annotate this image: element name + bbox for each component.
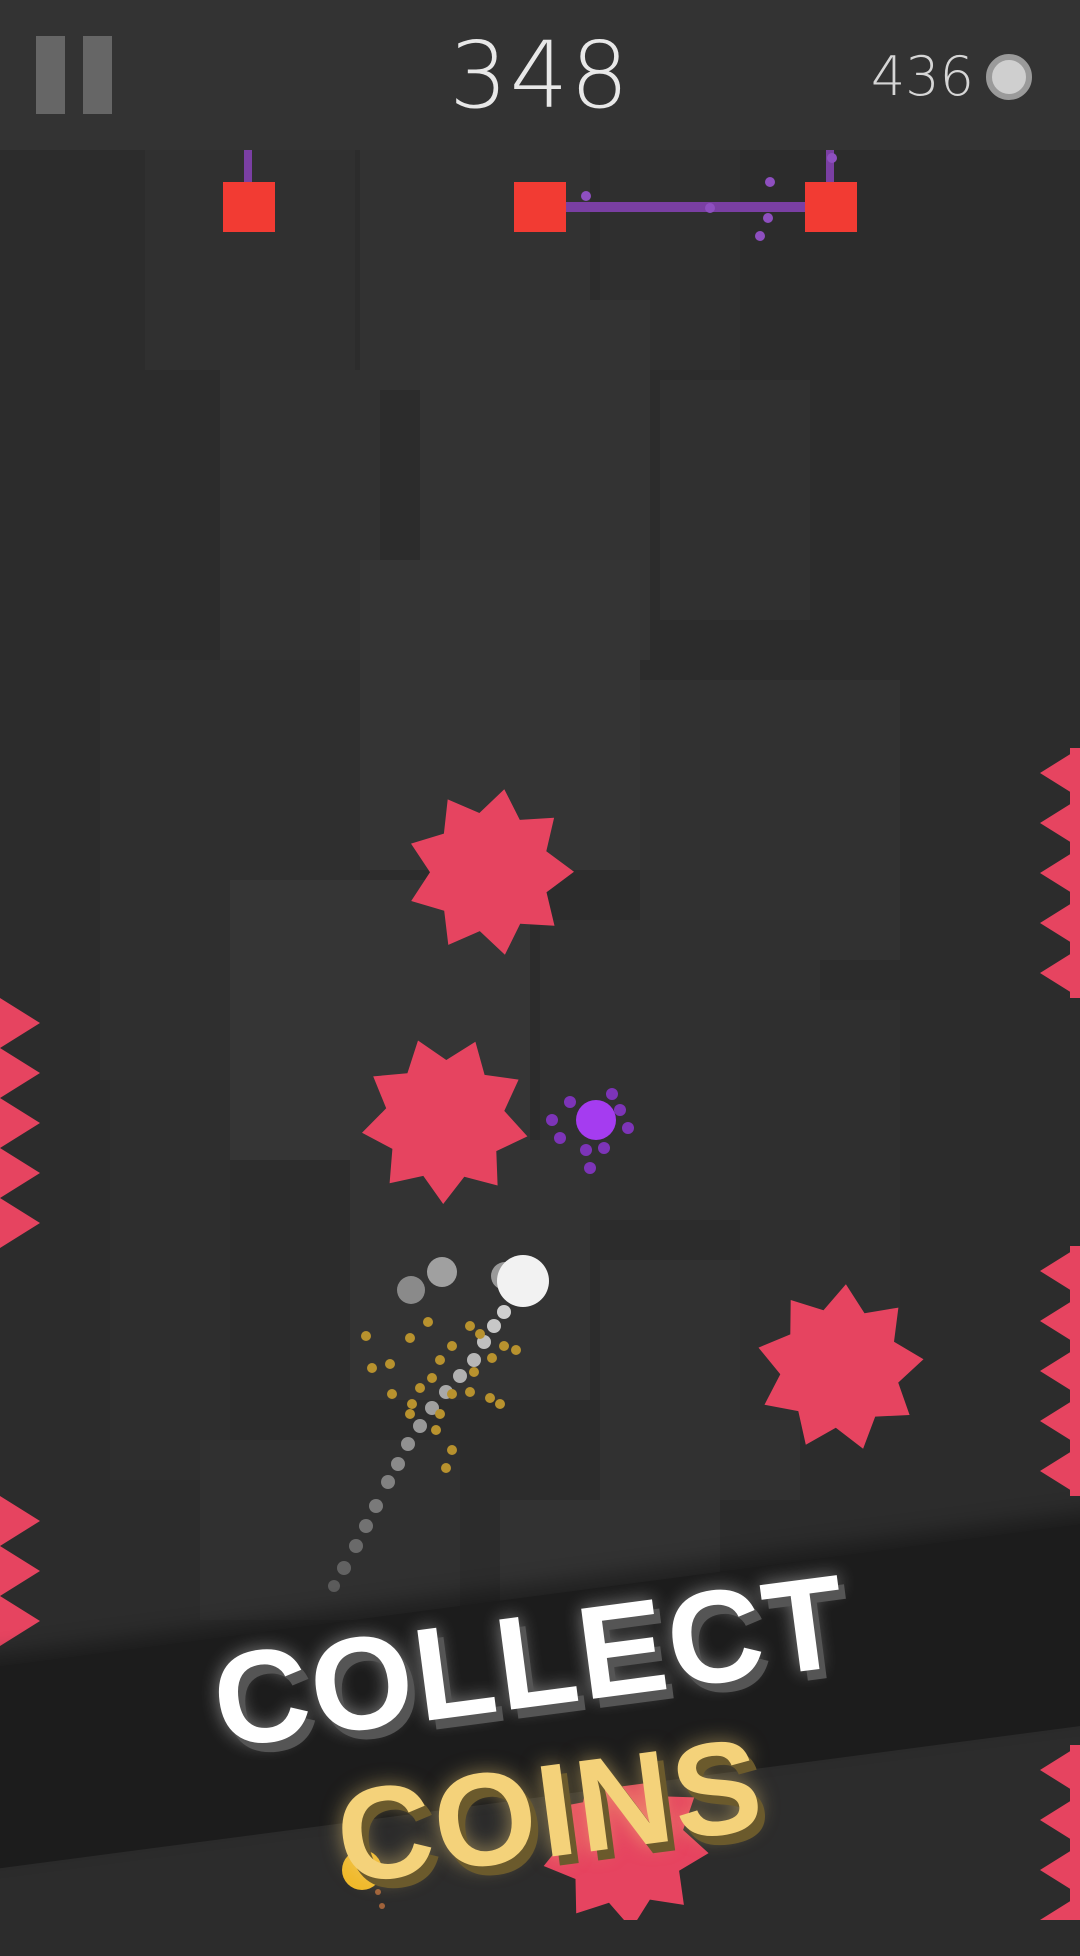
coin-sparkle xyxy=(485,1393,495,1403)
hud-bar: 348 436 xyxy=(0,0,1080,150)
coin-sparkle xyxy=(405,1333,415,1343)
player-trail-dot xyxy=(337,1561,351,1575)
background-tile xyxy=(220,370,380,670)
player-trail-dot xyxy=(328,1580,340,1592)
player-trail-dot xyxy=(401,1437,415,1451)
player-trail-dot xyxy=(349,1539,363,1553)
background-tile xyxy=(660,380,810,620)
coin-sparkle xyxy=(447,1445,457,1455)
coin-sparkle xyxy=(427,1373,437,1383)
coin-sparkle xyxy=(415,1383,425,1393)
player-trail-dot xyxy=(487,1319,501,1333)
coin-sparkle xyxy=(469,1367,479,1377)
coin-sparkle xyxy=(435,1355,445,1365)
enemy-particle xyxy=(554,1132,566,1144)
wall-spike-left xyxy=(0,1596,40,1646)
wall-spike-left xyxy=(0,1148,40,1198)
enemy-particle xyxy=(606,1088,618,1100)
ghost-ball xyxy=(397,1276,425,1304)
wall-spike-left xyxy=(0,1496,40,1546)
ghost-ball xyxy=(427,1257,457,1287)
coin-sparkle xyxy=(385,1359,395,1369)
red-block xyxy=(805,182,857,232)
coin-sparkle xyxy=(495,1399,505,1409)
wall-spike-left xyxy=(0,1546,40,1596)
coin-count: 436 xyxy=(870,45,974,108)
coin-sparkle xyxy=(441,1463,451,1473)
player-trail-dot xyxy=(497,1305,511,1319)
coin-sparkle xyxy=(447,1389,457,1399)
enemy-particle xyxy=(546,1114,558,1126)
laser-spark xyxy=(755,231,765,241)
player-trail-dot xyxy=(369,1499,383,1513)
coin-sparkle xyxy=(475,1329,485,1339)
enemy-particle xyxy=(584,1162,596,1174)
coin-sparkle xyxy=(367,1363,377,1373)
enemy-particle xyxy=(598,1142,610,1154)
coin-sparkle xyxy=(447,1341,457,1351)
player-ball xyxy=(497,1255,549,1307)
background-tile xyxy=(110,1080,230,1480)
coin-sparkle xyxy=(499,1341,509,1351)
coin-sparkle xyxy=(387,1389,397,1399)
wall-spike-left xyxy=(0,1198,40,1248)
wall-spike-left xyxy=(0,1048,40,1098)
laser-spark xyxy=(763,213,773,223)
wall-spike-left xyxy=(0,998,40,1048)
laser-spark xyxy=(705,203,715,213)
coin-sparkle xyxy=(465,1387,475,1397)
laser-beam xyxy=(562,202,806,212)
coin-sparkle xyxy=(431,1425,441,1435)
background-tile xyxy=(640,680,900,960)
wall-spike-base xyxy=(1070,1246,1080,1496)
purple-enemy xyxy=(576,1100,616,1140)
laser-spark xyxy=(765,177,775,187)
player-trail-dot xyxy=(359,1519,373,1533)
red-block xyxy=(514,182,566,232)
laser-spark xyxy=(827,153,837,163)
background-tile xyxy=(200,1440,460,1620)
wall-spike-left xyxy=(0,1098,40,1148)
enemy-particle xyxy=(564,1096,576,1108)
enemy-particle xyxy=(622,1122,634,1134)
coin-sparkle xyxy=(405,1409,415,1419)
player-trail-dot xyxy=(453,1369,467,1383)
enemy-particle xyxy=(614,1104,626,1116)
red-block xyxy=(223,182,275,232)
coin-sparkle xyxy=(465,1321,475,1331)
coin-counter: 436 xyxy=(871,45,1032,108)
coin-icon xyxy=(986,53,1032,100)
coin-sparkle xyxy=(423,1317,433,1327)
wall-spike-base xyxy=(1070,748,1080,998)
enemy-particle xyxy=(580,1144,592,1156)
player-trail-dot xyxy=(391,1457,405,1471)
coin-sparkle xyxy=(435,1409,445,1419)
coin-sparkle xyxy=(407,1399,417,1409)
player-trail-dot xyxy=(413,1419,427,1433)
player-trail-dot xyxy=(381,1475,395,1489)
coin-sparkle xyxy=(361,1331,371,1341)
coin-sparkle xyxy=(487,1353,497,1363)
laser-post xyxy=(244,150,252,182)
laser-spark xyxy=(581,191,591,201)
player-trail-dot xyxy=(467,1353,481,1367)
coin-sparkle xyxy=(511,1345,521,1355)
